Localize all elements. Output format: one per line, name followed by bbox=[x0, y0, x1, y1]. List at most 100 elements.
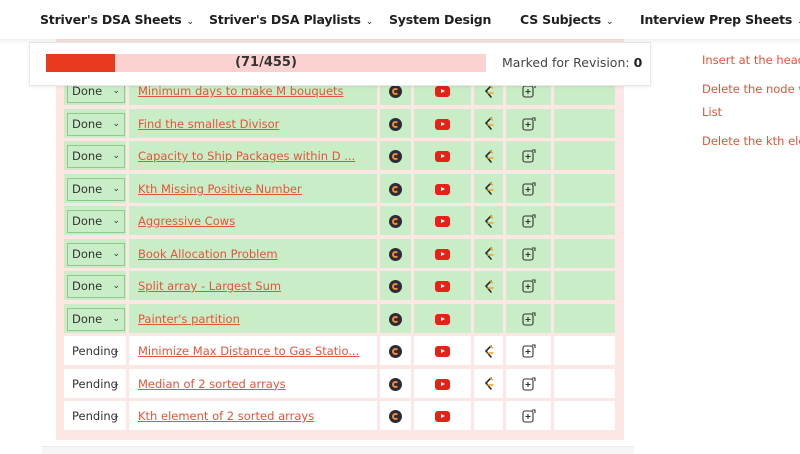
status-dropdown[interactable]: Done ⌄ bbox=[67, 112, 125, 136]
add-note-icon[interactable] bbox=[521, 116, 536, 132]
leetcode-icon[interactable] bbox=[483, 344, 495, 359]
leetcode-icon[interactable] bbox=[483, 182, 495, 196]
status-dropdown[interactable]: Pending ⌄ bbox=[67, 372, 125, 396]
nav-item-cs-subjects[interactable]: CS Subjects ⌄ bbox=[520, 0, 614, 39]
add-note-icon[interactable] bbox=[521, 246, 536, 262]
codingninjas-icon[interactable] bbox=[389, 377, 402, 391]
codingninjas-icon[interactable] bbox=[389, 117, 402, 131]
status-value: Done bbox=[72, 246, 103, 261]
nav-item-system-design[interactable]: System Design bbox=[389, 0, 491, 39]
video-cell bbox=[414, 173, 471, 203]
revision-cell[interactable] bbox=[554, 173, 615, 203]
status-dropdown[interactable]: Done ⌄ bbox=[67, 210, 125, 233]
youtube-icon[interactable] bbox=[435, 281, 450, 292]
revision-cell[interactable] bbox=[554, 271, 615, 300]
youtube-icon[interactable] bbox=[435, 411, 450, 422]
status-value: Done bbox=[72, 84, 103, 98]
codingninjas-icon[interactable] bbox=[389, 85, 402, 98]
revision-cell[interactable] bbox=[554, 141, 615, 170]
status-dropdown[interactable]: Done ⌄ bbox=[67, 177, 125, 201]
leetcode-icon[interactable] bbox=[483, 214, 495, 229]
side-link-list[interactable]: List bbox=[702, 101, 722, 123]
status-dropdown[interactable]: Done ⌄ bbox=[67, 145, 125, 168]
problem-link[interactable]: Capacity to Ship Packages within D ... bbox=[138, 142, 355, 171]
revision-cell[interactable] bbox=[554, 336, 615, 365]
status-dropdown[interactable]: Done ⌄ bbox=[67, 307, 125, 331]
video-cell bbox=[414, 108, 471, 138]
leetcode-cell bbox=[474, 271, 503, 300]
revision-cell[interactable] bbox=[554, 206, 615, 235]
leetcode-cell bbox=[474, 206, 503, 235]
problem-link[interactable]: Median of 2 sorted arrays bbox=[138, 370, 286, 399]
youtube-icon[interactable] bbox=[435, 151, 450, 162]
youtube-icon[interactable] bbox=[435, 313, 450, 325]
chevron-down-icon: ⌄ bbox=[112, 151, 120, 161]
status-value: Pending bbox=[72, 409, 118, 423]
table-row: Done ⌄ Aggressive Cows bbox=[62, 206, 620, 235]
problem-link[interactable]: Aggressive Cows bbox=[138, 207, 235, 236]
problem-link[interactable]: Find the smallest Divisor bbox=[138, 110, 279, 139]
youtube-icon[interactable] bbox=[435, 86, 450, 97]
video-cell bbox=[414, 368, 471, 398]
youtube-icon[interactable] bbox=[435, 118, 450, 130]
side-link-insert-head[interactable]: Insert at the head bbox=[702, 49, 800, 71]
youtube-icon[interactable] bbox=[435, 248, 450, 260]
practice-cell bbox=[380, 271, 411, 300]
status-dropdown[interactable]: Pending ⌄ bbox=[67, 405, 125, 428]
status-dropdown[interactable]: Done ⌄ bbox=[67, 275, 125, 298]
revision-cell[interactable] bbox=[554, 368, 615, 398]
youtube-icon[interactable] bbox=[435, 378, 450, 390]
side-link-delete-kth[interactable]: Delete the kth ele bbox=[702, 130, 800, 152]
status-value: Done bbox=[72, 311, 103, 326]
problem-link[interactable]: Split array - Largest Sum bbox=[138, 272, 281, 301]
problem-link[interactable]: Kth Missing Positive Number bbox=[138, 175, 302, 204]
codingninjas-icon[interactable] bbox=[389, 150, 402, 163]
revision-cell[interactable] bbox=[554, 108, 615, 138]
youtube-icon[interactable] bbox=[435, 216, 450, 227]
side-link-delete-node[interactable]: Delete the node w bbox=[702, 78, 800, 100]
add-note-icon[interactable] bbox=[521, 84, 536, 99]
nav-item-interview-prep[interactable]: Interview Prep Sheets⌄ bbox=[640, 0, 800, 39]
revision-cell[interactable] bbox=[554, 401, 615, 430]
nav-item-dsa-sheets[interactable]: Striver's DSA Sheets ⌄ bbox=[40, 0, 194, 39]
youtube-icon[interactable] bbox=[435, 346, 450, 357]
revision-label: Marked for Revision: bbox=[502, 55, 630, 70]
codingninjas-icon[interactable] bbox=[389, 280, 402, 293]
problem-link[interactable]: Painter's partition bbox=[138, 305, 240, 334]
codingninjas-icon[interactable] bbox=[389, 345, 402, 358]
codingninjas-icon[interactable] bbox=[389, 312, 402, 326]
note-cell bbox=[506, 141, 551, 170]
table-row: Done ⌄ Book Allocation Problem bbox=[62, 238, 620, 269]
problems-table: Done ⌄ Minimum days to make M bouquets Done… bbox=[56, 30, 624, 440]
add-note-icon[interactable] bbox=[521, 279, 536, 294]
codingninjas-icon[interactable] bbox=[389, 410, 402, 423]
add-note-icon[interactable] bbox=[521, 344, 536, 359]
add-note-icon[interactable] bbox=[521, 181, 536, 197]
problem-cell: Kth element of 2 sorted arrays bbox=[129, 401, 377, 430]
add-note-icon[interactable] bbox=[521, 376, 536, 392]
revision-cell[interactable] bbox=[554, 303, 615, 333]
leetcode-icon[interactable] bbox=[483, 279, 495, 294]
revision-cell[interactable] bbox=[554, 238, 615, 268]
problem-link[interactable]: Minimize Max Distance to Gas Statio... bbox=[138, 337, 359, 366]
status-dropdown[interactable]: Done ⌄ bbox=[67, 242, 125, 266]
codingninjas-icon[interactable] bbox=[389, 247, 402, 261]
status-dropdown[interactable]: Pending ⌄ bbox=[67, 340, 125, 363]
leetcode-icon[interactable] bbox=[483, 84, 495, 99]
leetcode-icon[interactable] bbox=[483, 117, 495, 131]
codingninjas-icon[interactable] bbox=[389, 182, 402, 196]
add-note-icon[interactable] bbox=[521, 311, 536, 327]
problem-link[interactable]: Book Allocation Problem bbox=[138, 240, 278, 269]
leetcode-icon[interactable] bbox=[483, 377, 495, 391]
problem-link[interactable]: Kth element of 2 sorted arrays bbox=[138, 402, 314, 431]
problem-cell: Painter's partition bbox=[129, 303, 377, 334]
add-note-icon[interactable] bbox=[521, 409, 536, 424]
leetcode-icon[interactable] bbox=[483, 149, 495, 164]
leetcode-icon[interactable] bbox=[483, 247, 495, 261]
chevron-down-icon: ⌄ bbox=[112, 118, 120, 129]
add-note-icon[interactable] bbox=[521, 214, 536, 229]
youtube-icon[interactable] bbox=[435, 183, 450, 195]
nav-item-dsa-playlists[interactable]: Striver's DSA Playlists ⌄ bbox=[209, 0, 373, 39]
add-note-icon[interactable] bbox=[521, 149, 536, 164]
codingninjas-icon[interactable] bbox=[389, 215, 402, 228]
